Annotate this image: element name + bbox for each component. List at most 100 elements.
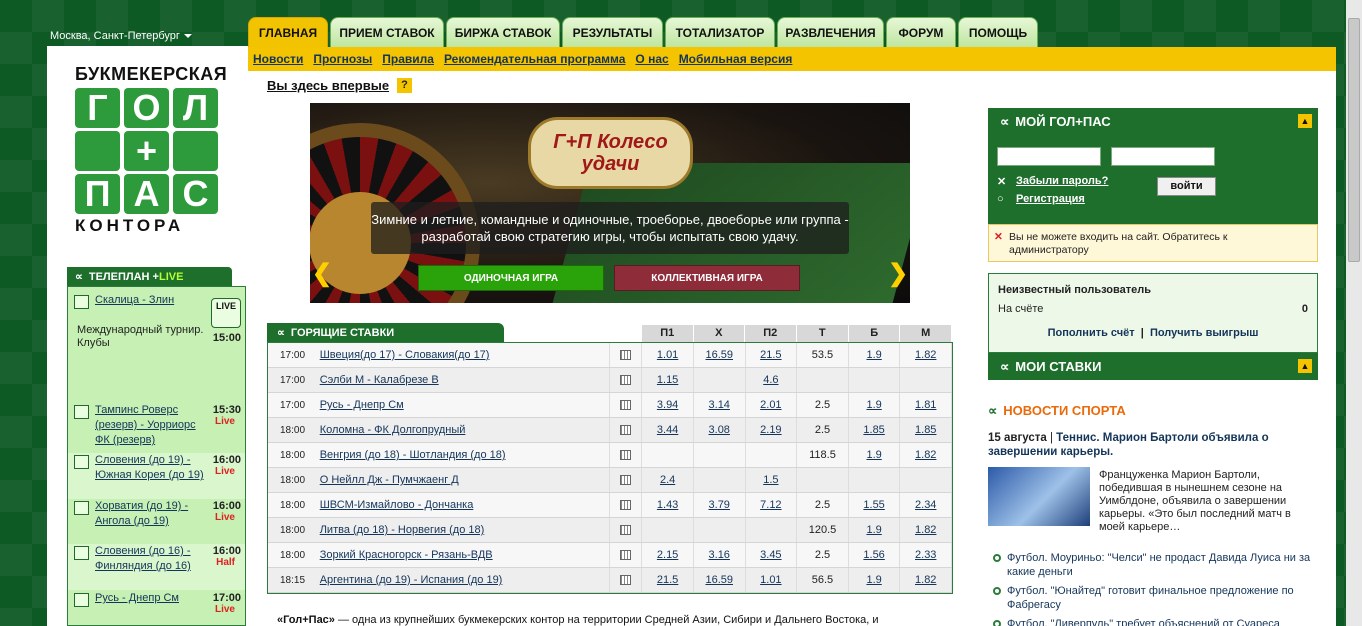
match-link[interactable]: Коломна - ФК Долгопрудный [320, 424, 609, 436]
stats-cell[interactable] [608, 418, 643, 442]
odds-x[interactable]: 3.08 [694, 418, 746, 442]
odds-p1[interactable]: 1.15 [642, 368, 694, 392]
tab-help[interactable]: ПОМОЩЬ [958, 17, 1038, 47]
event-link[interactable]: Русь - Днепр См [95, 591, 205, 606]
news-link[interactable]: Футбол. "Ливерпуль" требует объяснений о… [1007, 617, 1280, 626]
match-link[interactable]: О Нейлл Дж - Пумчжаенг Д [320, 474, 609, 486]
odds-x[interactable] [694, 518, 746, 542]
odds-p1[interactable]: 1.01 [642, 343, 694, 367]
match-link[interactable]: Литва (до 18) - Норвегия (до 18) [320, 524, 609, 536]
stats-icon[interactable] [619, 375, 631, 385]
odds-m[interactable]: 1.85 [900, 418, 953, 442]
odds-p2[interactable] [746, 518, 798, 542]
stats-icon[interactable] [619, 550, 631, 560]
stats-cell[interactable] [608, 368, 643, 392]
single-game-button[interactable]: ОДИНОЧНАЯ ИГРА [418, 265, 604, 291]
odds-p1[interactable] [642, 443, 694, 467]
odds-x[interactable]: 3.79 [694, 493, 746, 517]
odds-p2[interactable]: 4.6 [746, 368, 798, 392]
odds-p2[interactable]: 3.45 [746, 543, 798, 567]
subnav-mobile[interactable]: Мобильная версия [679, 52, 793, 66]
subnav-rules[interactable]: Правила [382, 52, 434, 66]
stats-cell[interactable] [608, 393, 643, 417]
odds-m[interactable] [900, 368, 953, 392]
prev-arrow-icon[interactable]: ❮ [312, 259, 332, 289]
stats-icon[interactable] [619, 575, 631, 585]
subnav-forecasts[interactable]: Прогнозы [313, 52, 372, 66]
stats-icon[interactable] [619, 500, 631, 510]
stats-icon[interactable] [619, 350, 631, 360]
stats-cell[interactable] [608, 518, 643, 542]
list-item[interactable]: Тампинс Роверс (резерв) - Уорриорс ФК (р… [68, 403, 245, 453]
odds-b[interactable]: 1.9 [849, 393, 901, 417]
deposit-link[interactable]: Пополнить счёт [1048, 327, 1135, 339]
login-button[interactable]: войти [1157, 177, 1216, 196]
odds-m[interactable] [900, 468, 953, 492]
stats-cell[interactable] [608, 568, 643, 592]
odds-b[interactable]: 1.9 [849, 568, 901, 592]
match-link[interactable]: Русь - Днепр См [320, 399, 609, 411]
stats-cell[interactable] [608, 443, 643, 467]
odds-b[interactable]: 1.56 [849, 543, 901, 567]
tab-entertainment[interactable]: РАЗВЛЕЧЕНИЯ [777, 17, 884, 47]
vertical-scrollbar[interactable] [1346, 0, 1362, 626]
odds-p1[interactable]: 21.5 [642, 568, 694, 592]
tab-results[interactable]: РЕЗУЛЬТАТЫ [562, 17, 663, 47]
odds-b[interactable]: 1.55 [849, 493, 901, 517]
stats-icon[interactable] [619, 475, 631, 485]
stats-cell[interactable] [608, 468, 643, 492]
odds-p1[interactable]: 3.94 [642, 393, 694, 417]
match-link[interactable]: Сэлби М - Калабрезе В [320, 374, 609, 386]
odds-m[interactable]: 1.82 [900, 518, 953, 542]
odds-x[interactable] [694, 443, 746, 467]
next-arrow-icon[interactable]: ❯ [888, 259, 908, 289]
my-stakes-header[interactable]: ∝ МОИ СТАВКИ ▲ [988, 353, 1318, 380]
odds-x[interactable]: 3.16 [694, 543, 746, 567]
stats-icon[interactable] [619, 450, 631, 460]
odds-p2[interactable] [746, 443, 798, 467]
subnav-about[interactable]: О нас [635, 52, 668, 66]
news-link[interactable]: Футбол. Моуриньо: "Челси" не продаст Дав… [1007, 551, 1313, 579]
stats-cell[interactable] [608, 493, 643, 517]
match-link[interactable]: Швеция(до 17) - Словакия(до 17) [320, 349, 609, 361]
forgot-password-link[interactable]: Забыли пароль? [1016, 175, 1108, 187]
odds-x[interactable]: 16.59 [694, 343, 746, 367]
odds-b[interactable] [849, 368, 901, 392]
match-link[interactable]: ШВСМ-Измайлово - Дончанка [320, 499, 609, 511]
odds-b[interactable]: 1.9 [849, 443, 901, 467]
username-input[interactable] [997, 147, 1101, 166]
event-link[interactable]: Хорватия (до 19) - Ангола (до 19) [95, 499, 205, 529]
first-visit-link[interactable]: Вы здесь впервые [267, 78, 389, 93]
match-link[interactable]: Зоркий Красногорск - Рязань-ВДВ [320, 549, 609, 561]
help-question-icon[interactable]: ? [397, 78, 412, 93]
tab-main[interactable]: ГЛАВНАЯ [248, 17, 328, 47]
collapse-icon[interactable]: ▲ [1298, 114, 1312, 128]
odds-x[interactable]: 16.59 [694, 568, 746, 592]
odds-x[interactable]: 3.14 [694, 393, 746, 417]
tab-exchange[interactable]: БИРЖА СТАВОК [446, 17, 560, 47]
odds-p1[interactable]: 2.4 [642, 468, 694, 492]
odds-p1[interactable]: 3.44 [642, 418, 694, 442]
match-link[interactable]: Венгрия (до 18) - Шотландия (до 18) [320, 449, 609, 461]
event-link[interactable]: Тампинс Роверс (резерв) - Уорриорс ФК (р… [95, 403, 205, 448]
tab-totalizator[interactable]: ТОТАЛИЗАТОР [665, 17, 775, 47]
odds-p2[interactable]: 7.12 [746, 493, 798, 517]
list-item[interactable]: Словения (до 16) - Финляндия (до 16) 16:… [68, 544, 245, 590]
stats-cell[interactable] [608, 343, 643, 367]
news-link[interactable]: Футбол. "Юнайтед" готовит финальное пред… [1007, 584, 1313, 612]
odds-b[interactable] [849, 468, 901, 492]
stats-icon[interactable] [619, 525, 631, 535]
odds-m[interactable]: 1.82 [900, 568, 953, 592]
list-item[interactable]: Словения (до 19) - Южная Корея (до 19) 1… [68, 453, 245, 499]
withdraw-link[interactable]: Получить выигрыш [1150, 327, 1258, 339]
odds-p1[interactable]: 1.43 [642, 493, 694, 517]
odds-b[interactable]: 1.9 [849, 343, 901, 367]
list-item[interactable]: Скалица - Злин LIVE 15:00 Международный … [68, 293, 245, 403]
odds-m[interactable]: 2.34 [900, 493, 953, 517]
odds-m[interactable]: 2.33 [900, 543, 953, 567]
odds-p2[interactable]: 21.5 [746, 343, 798, 367]
odds-b[interactable]: 1.9 [849, 518, 901, 542]
odds-p1[interactable]: 2.15 [642, 543, 694, 567]
location-selector[interactable]: Москва, Санкт-Петербург [50, 30, 192, 42]
odds-m[interactable]: 1.81 [900, 393, 953, 417]
